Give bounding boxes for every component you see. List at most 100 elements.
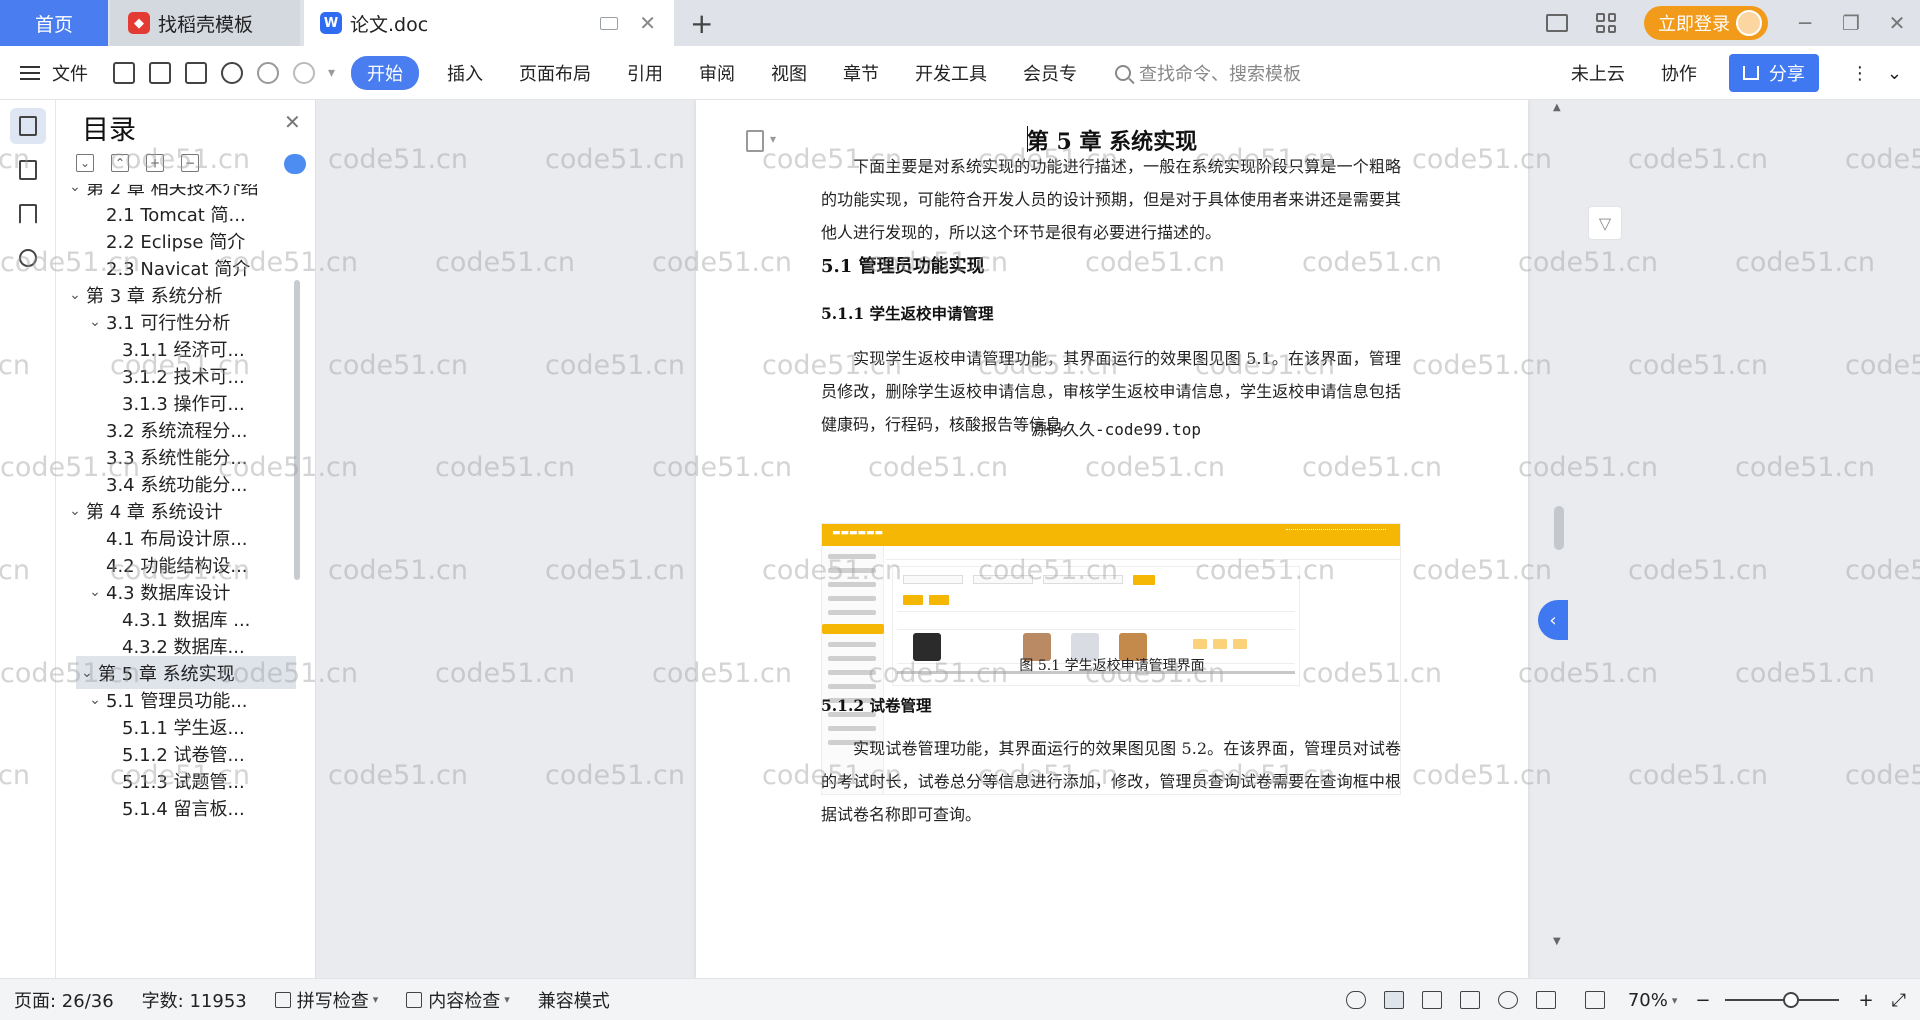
tab-developer[interactable]: 开发工具 <box>897 60 1005 86</box>
zoom-level[interactable]: 70% ▾ <box>1614 990 1692 1011</box>
tab-template[interactable]: ◆ 找稻壳模板 <box>110 0 300 46</box>
save-icon[interactable] <box>113 61 135 84</box>
close-window-icon[interactable]: ✕ <box>1874 11 1920 35</box>
spell-check-label: 拼写检查 <box>296 990 369 1012</box>
new-tab-button[interactable]: + <box>690 7 713 40</box>
tab-insert[interactable]: 插入 <box>429 60 501 86</box>
tab-references[interactable]: 引用 <box>609 60 681 86</box>
page-view-icon[interactable] <box>1383 991 1404 1009</box>
tab-view[interactable]: 视图 <box>753 60 825 86</box>
toc-item-label: 第 3 章 系统分析 <box>86 285 223 307</box>
tab-document[interactable]: W 论文.doc ✕ <box>304 0 674 46</box>
scroll-up-icon[interactable]: ▲ <box>1553 102 1561 113</box>
layout-icon[interactable] <box>1546 14 1568 32</box>
scroll-down-icon[interactable]: ▼ <box>1553 936 1561 947</box>
file-menu[interactable]: 文件 <box>0 60 106 86</box>
zoom-slider-knob[interactable] <box>1782 992 1799 1008</box>
share-button[interactable]: 分享 <box>1728 54 1819 92</box>
minimize-icon[interactable]: ─ <box>1782 11 1828 35</box>
command-search[interactable]: 查找命令、搜索模板 <box>1115 60 1301 86</box>
content-check-button[interactable]: 内容检查 ▾ <box>392 987 524 1013</box>
collapse-ribbon-icon[interactable]: ⌄ <box>1887 63 1920 84</box>
zoom-in-icon[interactable]: + <box>1849 990 1884 1011</box>
word-count[interactable]: 字数: 11953 <box>128 987 261 1013</box>
tab-member[interactable]: 会员专 <box>1005 60 1095 86</box>
cloud-status[interactable]: 未上云 <box>1553 60 1643 86</box>
figure-caption: 图 5.1 学生返校申请管理界面 <box>1019 658 1205 674</box>
find-button[interactable] <box>10 240 46 276</box>
toc-item-label: 5.1.3 试题管... <box>122 771 245 793</box>
outline-icon <box>19 116 37 136</box>
tab-chapter[interactable]: 章节 <box>825 60 897 86</box>
page-count[interactable]: 页面: 26/36 <box>0 987 128 1013</box>
page-scrollbar[interactable]: ▲ ▼ <box>1550 100 1570 978</box>
screenshot-add-btn <box>903 595 923 605</box>
chevron-down-icon[interactable]: ⌄ <box>84 584 106 600</box>
tab-review[interactable]: 审阅 <box>681 60 753 86</box>
zoom-out-icon[interactable]: − <box>1691 990 1714 1011</box>
eye-protect-icon[interactable] <box>1345 991 1366 1009</box>
chevron-down-icon[interactable]: ⌄ <box>76 665 98 681</box>
toc-toggle[interactable] <box>10 108 46 144</box>
preview-icon[interactable] <box>221 61 243 84</box>
export-icon[interactable] <box>149 61 171 84</box>
remove-heading-icon[interactable]: − <box>181 154 199 172</box>
toc-item-label: 3.2 系统流程分... <box>106 420 248 442</box>
tab-document-label: 论文.doc <box>350 13 429 36</box>
toc-title: 目录 <box>82 115 136 146</box>
toc-item-label: 5.1.4 留言板... <box>122 798 245 820</box>
chevron-down-icon[interactable]: ⌄ <box>64 503 86 519</box>
toc-item-label: 5.1.2 试卷管... <box>122 744 245 766</box>
web-view-icon[interactable] <box>1497 991 1518 1009</box>
bookmark-button[interactable] <box>10 196 46 232</box>
chevron-down-icon[interactable]: ⌄ <box>64 184 86 195</box>
compat-mode: 兼容模式 <box>537 990 610 1012</box>
screenshot-input <box>903 575 963 584</box>
tab-page-layout[interactable]: 页面布局 <box>501 60 609 86</box>
collapse-all-icon[interactable]: ⌃ <box>111 154 129 172</box>
spell-check-button[interactable]: 拼写检查 ▾ <box>261 987 393 1013</box>
write-mode-icon[interactable] <box>1535 991 1556 1009</box>
nav-pane-button[interactable] <box>10 152 46 188</box>
heading-5-1: 5.1 管理员功能实现 <box>821 256 985 277</box>
share-label: 分享 <box>1768 64 1805 85</box>
scroll-thumb[interactable] <box>1554 506 1564 550</box>
read-view-icon[interactable] <box>1459 991 1480 1009</box>
restore-icon[interactable]: ❐ <box>1828 11 1874 35</box>
chevron-down-icon[interactable]: ⌄ <box>84 314 106 330</box>
print-icon[interactable] <box>185 61 207 84</box>
fit-page-icon[interactable] <box>1584 991 1605 1009</box>
toc-scrollbar[interactable] <box>294 280 300 580</box>
close-tab-icon[interactable]: ✕ <box>639 11 656 35</box>
zoom-slider[interactable] <box>1724 992 1839 1008</box>
file-label: 文件 <box>52 63 88 85</box>
tab-start[interactable]: 开始 <box>351 55 420 90</box>
docer-icon: ◆ <box>128 12 150 34</box>
collab-button[interactable]: 协作 <box>1643 60 1715 86</box>
redo-icon[interactable] <box>293 61 315 84</box>
monitor-icon[interactable] <box>600 16 618 30</box>
ai-assist-icon[interactable] <box>284 154 306 174</box>
undo-icon[interactable] <box>257 61 279 84</box>
chevron-down-icon[interactable]: ⌄ <box>84 692 106 708</box>
login-button[interactable]: 立即登录 <box>1644 6 1768 40</box>
more-icon[interactable]: ⋮ <box>1833 63 1887 84</box>
fullscreen-icon[interactable]: ⤢ <box>1884 990 1920 1011</box>
chevron-down-icon[interactable]: ⌄ <box>64 287 86 303</box>
screenshot-menu-item <box>828 554 876 559</box>
toc-item[interactable]: 5.1.4 留言板... <box>56 791 306 824</box>
toc-item-label: 2.1 Tomcat 简... <box>106 204 246 226</box>
screenshot-menu-item-active <box>822 624 884 634</box>
chapter-nav-icon <box>19 160 37 180</box>
document-page[interactable]: 第 5 章 系统实现 下面主要是对系统实现的功能进行描述，一般在系统实现阶段只算… <box>696 100 1528 978</box>
outline-view-icon[interactable] <box>1421 991 1442 1009</box>
comment-pane-button[interactable]: ▽ <box>1588 206 1622 240</box>
expand-all-icon[interactable]: ⌄ <box>76 154 94 172</box>
tab-home[interactable]: 首页 <box>0 0 108 46</box>
status-bar: 页面: 26/36 字数: 11953 拼写检查 ▾ 内容检查 ▾ 兼容模式 70%… <box>0 978 1920 1020</box>
apps-grid-icon[interactable] <box>1596 13 1616 33</box>
more-quick-icon[interactable]: ▾ <box>328 65 335 81</box>
add-heading-icon[interactable]: + <box>146 154 164 172</box>
heading-5-1-2: 5.1.2 试卷管理 <box>821 696 932 715</box>
close-icon[interactable]: ✕ <box>284 110 301 134</box>
